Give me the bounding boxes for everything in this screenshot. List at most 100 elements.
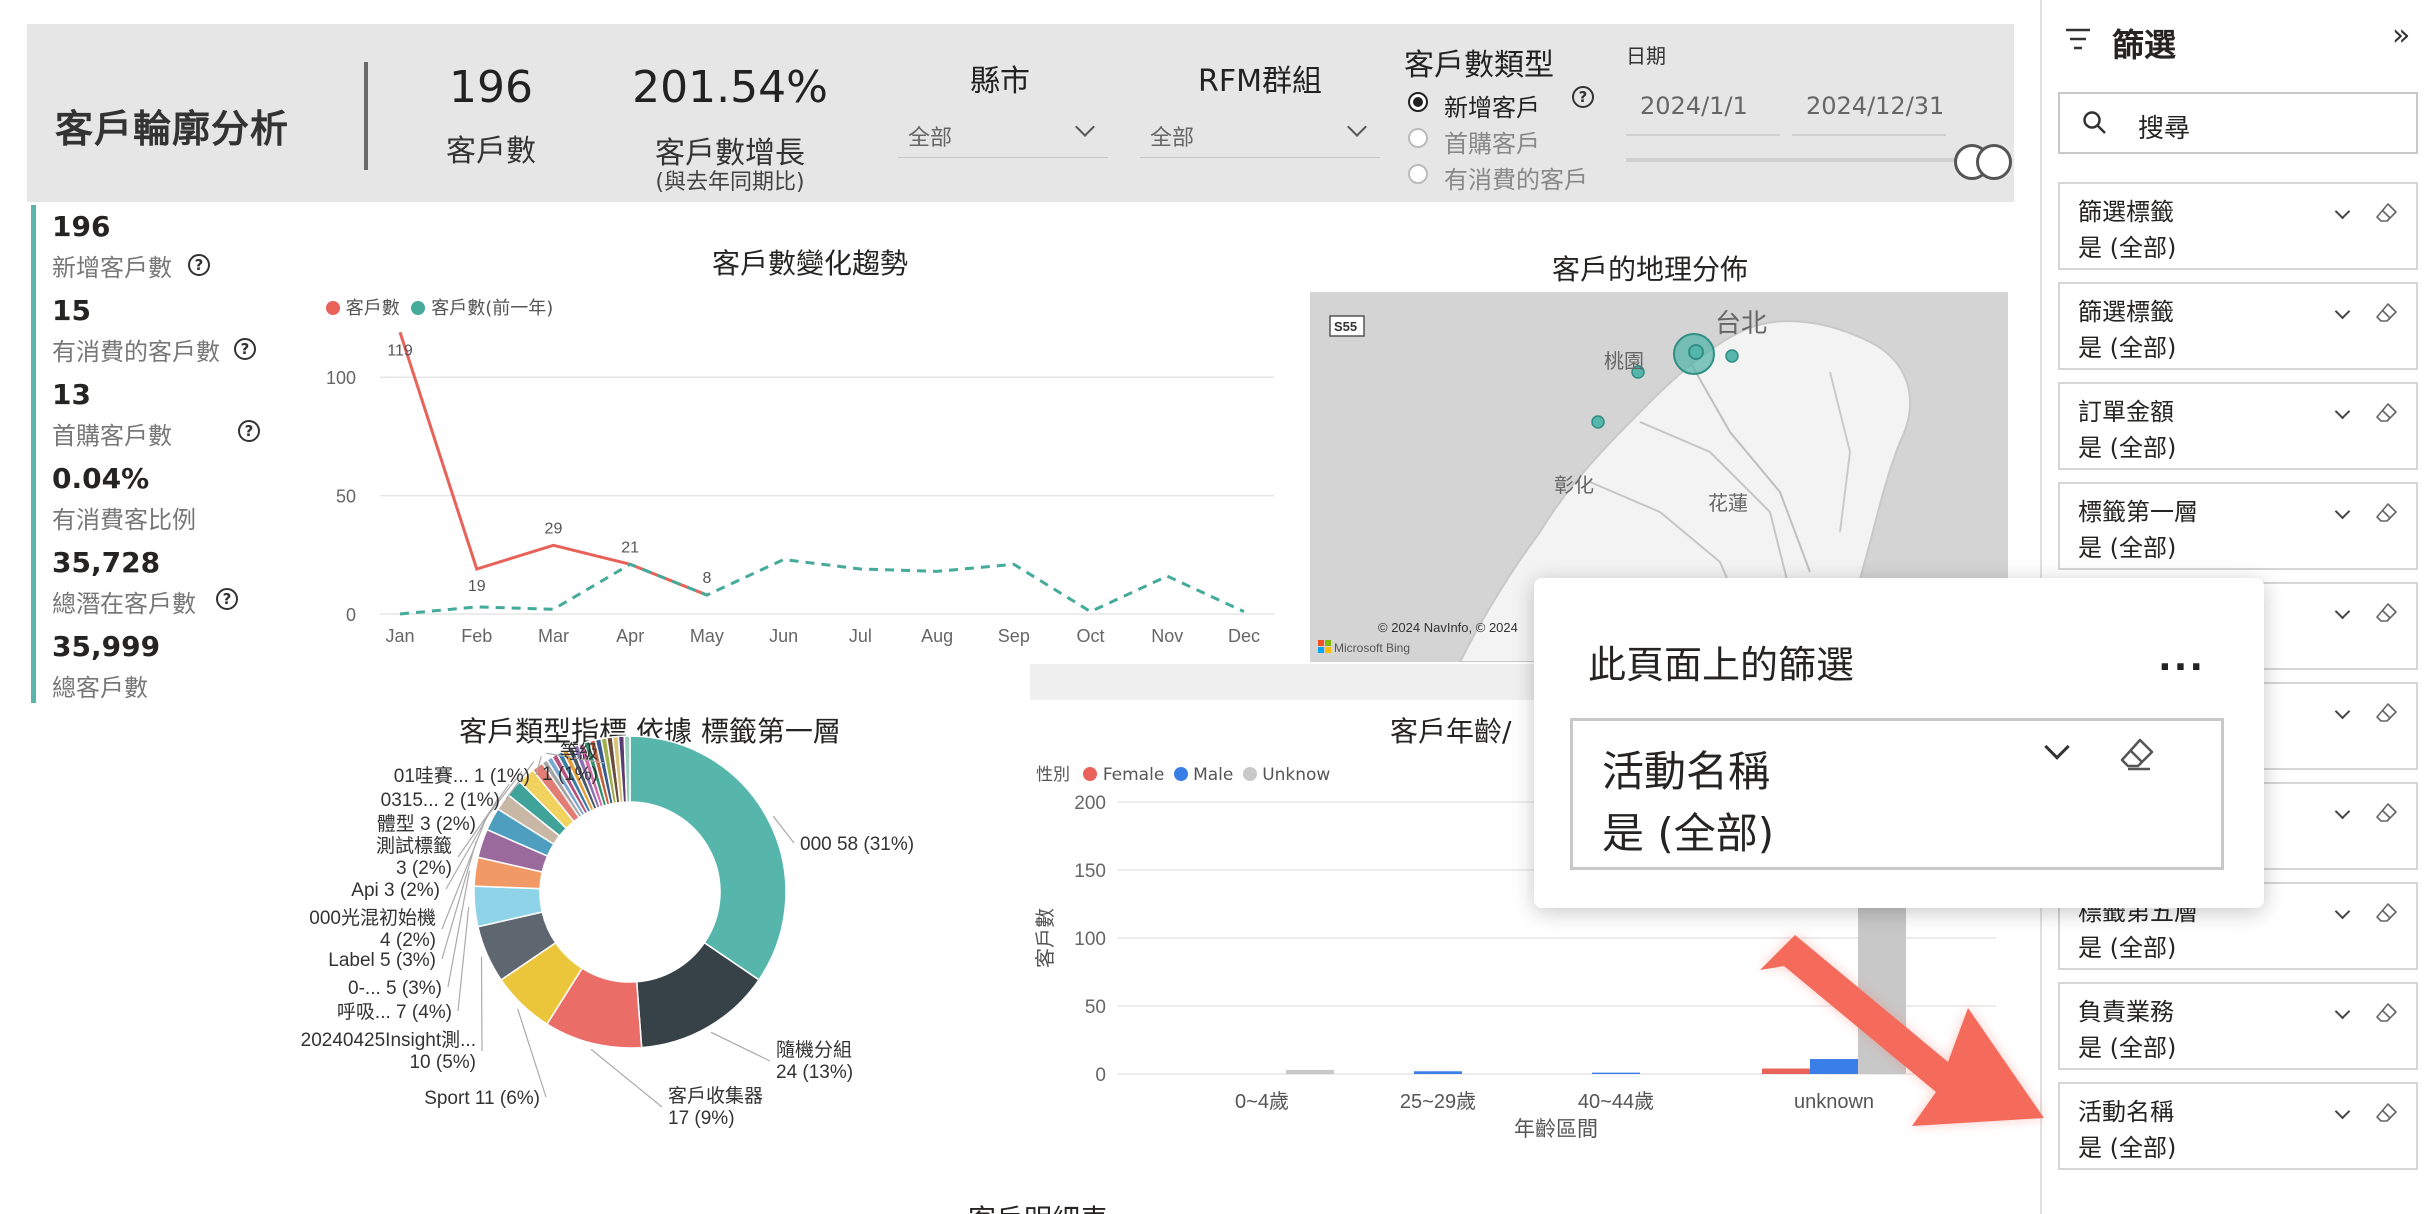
eraser-icon[interactable] [2118, 736, 2156, 772]
donut-slice[interactable] [531, 762, 581, 823]
donut-slice[interactable] [496, 793, 561, 846]
more-options-icon[interactable]: ... [2158, 638, 2205, 679]
donut-slice[interactable] [629, 735, 787, 981]
leader-line [517, 1008, 547, 1098]
donut-slice[interactable] [550, 753, 589, 816]
chevron-down-icon [1347, 117, 1367, 137]
donut-slice[interactable] [541, 758, 584, 819]
date-start-input[interactable]: 2024/1/1 [1626, 78, 1780, 136]
help-icon[interactable]: ? [216, 588, 238, 610]
slice-label: 1 (1%) [542, 764, 598, 785]
bar[interactable] [1810, 1059, 1858, 1074]
date-range-handle-end[interactable] [1976, 144, 2012, 180]
data-label: 8 [702, 570, 711, 587]
slicer-city-value: 全部 [908, 126, 953, 151]
donut-slice[interactable] [500, 941, 584, 1026]
chevron-down-icon[interactable] [2334, 403, 2351, 420]
slice-label: 0-... 5 (3%) [348, 978, 442, 999]
radio-selected-icon [1408, 92, 1428, 112]
chevron-down-icon[interactable] [2334, 603, 2351, 620]
eraser-icon[interactable] [2374, 202, 2398, 224]
radio-option-spending[interactable]: 有消費的客戶 [1404, 160, 1624, 194]
eraser-icon[interactable] [2374, 602, 2398, 624]
donut-slice[interactable] [473, 856, 544, 890]
legend-label: Unknow [1262, 765, 1331, 785]
donut-slice[interactable] [556, 750, 592, 814]
bar[interactable] [1762, 1068, 1810, 1074]
donut-slice[interactable] [477, 828, 549, 873]
filter-card-name: 篩選標籤 [2078, 298, 2174, 326]
leader-line [535, 756, 542, 776]
filter-card[interactable]: 篩選標籤是 (全部) [2058, 182, 2418, 270]
help-icon[interactable]: ? [234, 338, 256, 360]
bar[interactable] [1286, 1069, 1334, 1074]
filter-card-name: 篩選標籤 [2078, 198, 2174, 226]
eraser-icon[interactable] [2374, 502, 2398, 524]
date-end-input[interactable]: 2024/12/31 [1792, 78, 1946, 136]
chevron-down-icon[interactable] [2334, 1103, 2351, 1120]
filter-card[interactable]: 活動名稱是 (全部) [2058, 1082, 2418, 1170]
kpi-total-label: 總客戶數 [52, 674, 148, 702]
donut-slice[interactable] [545, 967, 643, 1049]
kpi-ratio-value: 0.04% [52, 462, 150, 495]
eraser-icon[interactable] [2374, 702, 2398, 724]
radio-option-new[interactable]: 新增客戶 [1404, 88, 1604, 122]
slice-label: Api 3 (2%) [351, 880, 440, 901]
map-bubble[interactable] [1591, 415, 1605, 429]
filter-search-input[interactable] [2058, 92, 2418, 154]
filter-card[interactable]: 負責業務是 (全部) [2058, 982, 2418, 1070]
eraser-icon[interactable] [2374, 402, 2398, 424]
chevron-down-icon[interactable] [2334, 503, 2351, 520]
chevron-down-icon[interactable] [2334, 903, 2351, 920]
chevron-down-icon[interactable] [2334, 1003, 2351, 1020]
slicer-city-dropdown[interactable]: 全部 [898, 108, 1108, 158]
radio-option-first[interactable]: 首購客戶 [1404, 124, 1604, 158]
header-divider [364, 62, 368, 170]
chevron-down-icon[interactable] [2334, 203, 2351, 220]
data-label: 29 [545, 520, 563, 537]
filter-card[interactable]: 篩選標籤是 (全部) [2058, 282, 2418, 370]
map-bubble[interactable] [1688, 344, 1704, 360]
donut-slice[interactable] [545, 755, 587, 817]
map-attribution: © 2024 NavInfo, © 2024 [1378, 620, 1518, 635]
popup-title: 此頁面上的篩選 [1588, 643, 1855, 687]
donut-slice[interactable] [477, 911, 557, 981]
donut-slice[interactable] [473, 885, 544, 928]
eraser-icon[interactable] [2374, 1102, 2398, 1124]
donut-slice[interactable] [518, 768, 575, 830]
filter-card[interactable]: 標籤第一層是 (全部) [2058, 482, 2418, 570]
collapse-pane-icon[interactable]: » [2392, 18, 2410, 53]
date-range-slider-track[interactable] [1626, 158, 1960, 162]
help-icon[interactable]: ? [238, 420, 260, 442]
map-bubble[interactable] [1725, 349, 1739, 363]
donut-slice[interactable] [561, 748, 595, 812]
filter-card[interactable]: 訂單金額是 (全部) [2058, 382, 2418, 470]
eraser-icon[interactable] [2374, 1002, 2398, 1024]
bar[interactable] [1592, 1072, 1640, 1074]
donut-slice[interactable] [506, 780, 568, 837]
slice-label: Sport 11 (6%) [424, 1088, 540, 1109]
legend-dot-icon [411, 301, 426, 315]
y-tick-label: 100 [326, 368, 356, 388]
help-icon[interactable]: ? [188, 254, 210, 276]
chevron-down-icon[interactable] [2334, 703, 2351, 720]
leader-line [772, 815, 795, 844]
donut-slice[interactable] [635, 941, 760, 1049]
slice-label: 客戶收集器 [668, 1085, 763, 1107]
chevron-down-icon[interactable] [2334, 303, 2351, 320]
eraser-icon[interactable] [2374, 902, 2398, 924]
search-icon [2083, 111, 2106, 134]
donut-slice[interactable] [486, 807, 555, 857]
donut-slice[interactable] [572, 743, 602, 810]
slice-label: 20240425Insight測... [301, 1029, 476, 1051]
donut-slice[interactable] [583, 740, 608, 807]
bar[interactable] [1414, 1071, 1462, 1074]
donut-slice[interactable] [566, 745, 599, 811]
slicer-rfm-title: RFM群組 [1198, 64, 1322, 99]
leader-line [546, 752, 605, 764]
slicer-rfm-dropdown[interactable]: 全部 [1140, 108, 1380, 158]
eraser-icon[interactable] [2374, 802, 2398, 824]
eraser-icon[interactable] [2374, 302, 2398, 324]
donut-slice[interactable] [577, 741, 605, 809]
chevron-down-icon[interactable] [2334, 803, 2351, 820]
